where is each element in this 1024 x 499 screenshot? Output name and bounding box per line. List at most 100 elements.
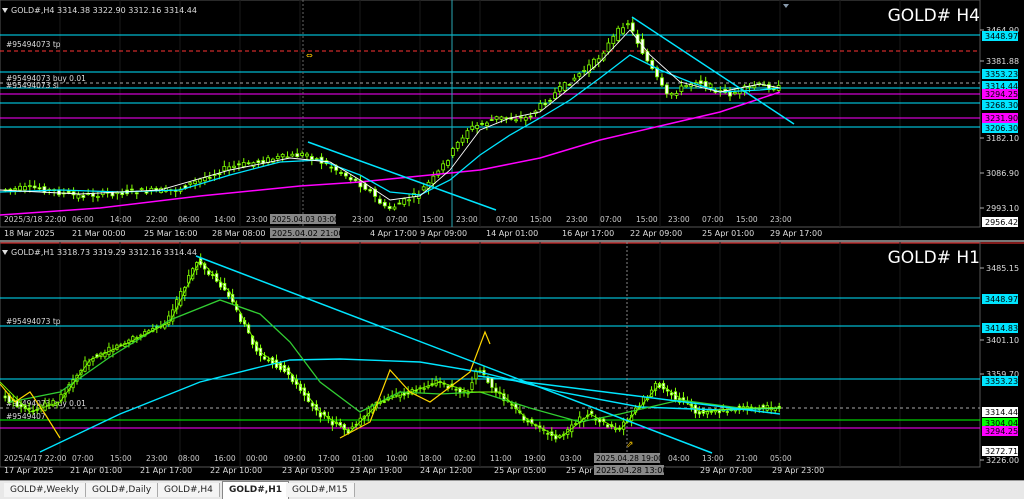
inner-time-label: 03:00 <box>560 454 582 463</box>
candle-body <box>95 196 100 198</box>
price-tick-label: 3182.10 <box>986 134 1019 143</box>
candle-body <box>465 130 470 139</box>
h1-symbol-header: GOLD#,H1 3318.73 3319.29 3312.16 3314.44 <box>2 248 197 257</box>
candle-body <box>606 424 610 428</box>
time-axis-label: 24 Apr 12:00 <box>420 466 472 475</box>
candle-body <box>42 186 47 193</box>
candle-body <box>188 182 193 185</box>
candle-body <box>709 410 713 413</box>
time-axis-label: 4 Apr 17:00 <box>370 229 417 238</box>
candle-body <box>262 356 267 360</box>
inner-time-label: 06:00 <box>178 215 200 224</box>
price-level-badge-text: 3294.25 <box>985 90 1018 99</box>
tab-gold-h4[interactable]: GOLD#,H4 <box>158 483 220 497</box>
sl-line-label: #95494073 sl <box>6 81 59 90</box>
h1-chart-canvas[interactable]: #95494073 tp#95494073 buy 0.01#9549407 ⇗… <box>0 242 1024 480</box>
candle-body <box>703 81 708 88</box>
candle-body <box>572 77 577 81</box>
candle-body <box>19 403 23 408</box>
candle-body <box>392 206 397 210</box>
price-level-badge-text: 3206.30 <box>985 124 1018 133</box>
inner-time-label: 23:00 <box>668 215 690 224</box>
candle-body <box>407 199 411 202</box>
candle-body <box>81 195 86 198</box>
h4-trendline-1[interactable] <box>307 141 497 211</box>
price-level-badge-text: 3231.90 <box>985 114 1018 123</box>
candle-body <box>728 91 732 97</box>
tab-gold-daily[interactable]: GOLD#,Daily <box>86 483 159 497</box>
candle-body <box>732 92 737 95</box>
h4-chart-pane[interactable]: #95494073 tp #95494073 buy 0.01 #95494073 … <box>0 0 1024 240</box>
candle-body <box>134 192 139 195</box>
inner-time-label: 2025/4/17 22:00 <box>4 454 67 463</box>
h4-chart-canvas[interactable]: #95494073 tp#95494073 buy 0.01#95494073 … <box>0 0 1024 240</box>
candle-body <box>475 124 480 129</box>
time-axis-label: 29 Apr 17:00 <box>770 229 822 238</box>
candle-body <box>402 198 407 205</box>
h1-trendline-1[interactable] <box>195 255 713 454</box>
price-tick-label: 3226.00 <box>986 456 1019 465</box>
time-axis-label: 21 Apr 17:00 <box>140 466 192 475</box>
inner-time-label: 02:00 <box>454 454 476 463</box>
candle-body <box>454 388 458 391</box>
candle-body <box>611 35 616 44</box>
tab-gold-m15[interactable]: GOLD#,M15 <box>286 483 355 497</box>
time-axis-label: 23 Apr 19:00 <box>350 466 402 475</box>
inner-time-label: 2025.04.03 03:00 <box>272 215 339 224</box>
candle-body <box>91 193 95 197</box>
candle-body <box>66 190 71 194</box>
candle-body <box>397 202 402 205</box>
price-level-badge-text: 3268.30 <box>985 101 1018 110</box>
candle-body <box>546 432 550 435</box>
candle-body <box>490 377 494 388</box>
candle-body <box>232 165 236 168</box>
price-level-badge-text: 3448.97 <box>985 32 1018 41</box>
candle-body <box>139 188 144 191</box>
candle-body <box>280 153 285 158</box>
inner-time-label: 23:00 <box>146 454 168 463</box>
tab-gold-h1[interactable]: GOLD#,H1 <box>222 481 289 499</box>
inner-time-label: 04:00 <box>668 454 690 463</box>
price-level-badge-text: 3314.44 <box>985 408 1018 417</box>
inner-time-label: 15:00 <box>110 454 132 463</box>
inner-time-label: 21:00 <box>736 454 758 463</box>
price-tick-label: 3485.15 <box>986 264 1019 273</box>
h4-ma-price <box>0 29 781 201</box>
price-level-badge-text: 3414.83 <box>985 324 1018 333</box>
inner-time-label: 07:00 <box>600 215 622 224</box>
candle-body <box>387 206 392 210</box>
candle-body <box>343 172 348 177</box>
time-axis-label: 9 Apr 09:00 <box>420 229 467 238</box>
h4-menu-triangle-icon[interactable] <box>2 8 8 13</box>
candle-body <box>519 116 523 119</box>
candle-body <box>27 185 32 188</box>
sl-line-label: #9549407 <box>6 412 46 421</box>
h4-chart-title: GOLD# H4 <box>887 6 980 26</box>
inner-time-label: 18:00 <box>420 454 442 463</box>
candle-body <box>523 117 528 121</box>
candle-body <box>256 160 261 164</box>
candle-body <box>198 178 202 183</box>
inner-time-label: 08:00 <box>178 454 200 463</box>
tab-gold-weekly[interactable]: GOLD#,Weekly <box>4 483 86 497</box>
h1-chart-pane[interactable]: #95494073 tp #95494073 buy 0.01 #9549407 ⇗… <box>0 242 1024 480</box>
time-axis-label: 28 Mar 08:00 <box>212 229 265 238</box>
candle-body <box>339 172 343 174</box>
time-axis-label: 29 Apr 07:00 <box>700 466 752 475</box>
candle-body <box>378 198 382 204</box>
candle-body <box>698 80 703 85</box>
time-axis-label: 2025.04.28 13:00 <box>596 466 667 475</box>
candle-body <box>382 201 387 207</box>
candle-body <box>227 291 231 298</box>
h1-menu-triangle-icon[interactable] <box>2 250 8 255</box>
price-level-badge-text: 3448.97 <box>985 295 1018 304</box>
candle-body <box>348 177 353 181</box>
candle-body <box>23 186 27 191</box>
h4-shift-marker[interactable] <box>783 4 789 8</box>
h4-object-marker: ⇔ <box>306 51 313 60</box>
candle-body <box>618 427 622 430</box>
candle-body <box>207 176 212 179</box>
candle-body <box>18 185 22 191</box>
candle-body <box>227 166 232 171</box>
candle-body <box>13 188 18 191</box>
